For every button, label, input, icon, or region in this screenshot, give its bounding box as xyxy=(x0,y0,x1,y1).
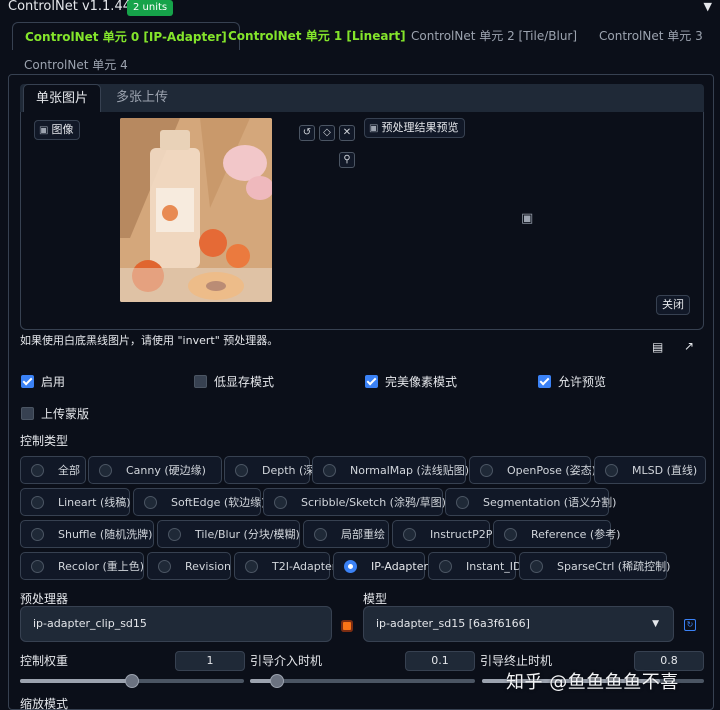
control-type-option[interactable]: Scribble/Sketch (涂鸦/草图) xyxy=(263,488,446,516)
control-weight-label: 控制权重 xyxy=(20,654,69,668)
model-dropdown[interactable]: ip-adapter_sd15 [6a3f6166] ▼ xyxy=(363,606,674,642)
control-type-option[interactable]: Tile/Blur (分块/模糊) xyxy=(157,520,300,548)
control-type-label: 控制类型 xyxy=(20,434,69,448)
control-weight-input[interactable]: 1 xyxy=(175,651,245,671)
slider-handle[interactable] xyxy=(125,674,139,688)
slider-handle[interactable] xyxy=(270,674,284,688)
preview-placeholder-icon: ▣ xyxy=(521,211,534,226)
tab-single-image[interactable]: 单张图片 xyxy=(23,84,102,112)
notes-icon[interactable]: ▤ xyxy=(652,340,663,354)
control-type-option[interactable]: Segmentation (语义分割) xyxy=(445,488,616,516)
low-vram-checkbox[interactable]: 低显存模式 xyxy=(194,373,274,389)
control-type-option[interactable]: 局部重绘 xyxy=(303,520,389,548)
control-type-option[interactable]: 全部 xyxy=(20,456,86,484)
run-preprocessor-icon[interactable] xyxy=(343,622,351,630)
control-type-option[interactable]: T2I-Adapter xyxy=(234,552,336,580)
eraser-icon[interactable]: ◇ xyxy=(319,125,335,141)
end-step-label: 引导终止时机 xyxy=(480,654,553,668)
tab-unit-1[interactable]: ControlNet 单元 1 [Lineart] xyxy=(216,22,418,50)
control-type-option[interactable]: Instant_ID xyxy=(428,552,522,580)
control-type-option[interactable]: Revision xyxy=(147,552,231,580)
control-weight-slider[interactable] xyxy=(20,674,244,688)
control-type-option[interactable]: Canny (硬边缘) xyxy=(88,456,222,484)
units-badge: 2 units xyxy=(127,0,174,16)
close-icon[interactable]: ✕ xyxy=(339,125,355,141)
preprocessor-dropdown[interactable]: ip-adapter_clip_sd15 xyxy=(20,606,332,642)
chevron-down-icon: ▼ xyxy=(652,619,659,629)
tab-unit-2[interactable]: ControlNet 单元 2 [Tile/Blur] xyxy=(399,22,589,50)
zhihu-watermark: 知乎 @鱼鱼鱼鱼不喜 xyxy=(506,672,679,693)
control-type-option[interactable]: SparseCtrl (稀疏控制) xyxy=(519,552,670,580)
pixel-perfect-checkbox[interactable]: 完美像素模式 xyxy=(365,373,457,389)
scale-mode-label: 缩放模式 xyxy=(20,697,69,710)
control-type-option[interactable]: SoftEdge (软边缘) xyxy=(133,488,265,516)
tab-unit-4[interactable]: ControlNet 单元 4 xyxy=(24,56,128,73)
control-type-option[interactable]: MLSD (直线) xyxy=(594,456,706,484)
undo-icon[interactable]: ↺ xyxy=(299,125,315,141)
control-type-option[interactable]: Recolor (重上色) xyxy=(20,552,144,580)
tab-unit-0[interactable]: ControlNet 单元 0 [IP-Adapter] xyxy=(12,22,240,50)
start-step-input[interactable]: 0.1 xyxy=(405,651,475,671)
invert-hint: 如果使用白底黑线图片，请使用 "invert" 预处理器。 xyxy=(20,334,279,347)
control-type-option[interactable]: InstructP2P xyxy=(392,520,492,548)
image-icon: ▣ xyxy=(39,125,49,136)
preprocessor-label: 预处理器 xyxy=(20,592,69,606)
collapse-icon[interactable]: ▼ xyxy=(704,0,712,13)
product-photo-illustration xyxy=(120,118,272,302)
send-arrow-icon[interactable]: ↗ xyxy=(684,339,694,353)
refresh-icon[interactable]: ↻ xyxy=(684,619,696,631)
control-type-option[interactable]: OpenPose (姿态) xyxy=(469,456,596,484)
controlnet-title: ControlNet v1.1.441 xyxy=(8,0,140,14)
close-preview-button[interactable]: 关闭 xyxy=(656,295,690,315)
allow-preview-checkbox[interactable]: 允许预览 xyxy=(538,373,606,389)
control-type-option[interactable]: Reference (参考) xyxy=(493,520,620,548)
enable-checkbox[interactable]: 启用 xyxy=(21,373,65,389)
preview-label-chip: ▣ 预处理结果预览 xyxy=(364,118,466,138)
image-icon: ▣ xyxy=(369,123,379,134)
tab-unit-3[interactable]: ControlNet 单元 3 xyxy=(587,22,715,50)
control-type-option[interactable]: Depth (深度) xyxy=(224,456,330,484)
image-tabs: 单张图片 多张上传 xyxy=(20,84,704,112)
uploaded-image[interactable] xyxy=(120,118,272,302)
start-step-slider[interactable] xyxy=(250,674,475,688)
image-label-chip: ▣ 图像 xyxy=(34,120,81,140)
control-type-option[interactable]: Shuffle (随机洗牌) xyxy=(20,520,154,548)
tab-batch-upload[interactable]: 多张上传 xyxy=(104,84,180,112)
control-type-option[interactable]: Lineart (线稿) xyxy=(20,488,131,516)
upload-mask-checkbox[interactable]: 上传蒙版 xyxy=(21,405,89,421)
control-type-option-selected[interactable]: IP-Adapter xyxy=(333,552,428,580)
unit-tabs: ControlNet 单元 0 [IP-Adapter] ControlNet … xyxy=(0,22,720,50)
start-step-label: 引导介入时机 xyxy=(250,654,323,668)
control-type-option[interactable]: NormalMap (法线贴图) xyxy=(312,456,469,484)
model-label: 模型 xyxy=(363,592,388,606)
brush-icon[interactable]: ⚲ xyxy=(339,152,355,168)
